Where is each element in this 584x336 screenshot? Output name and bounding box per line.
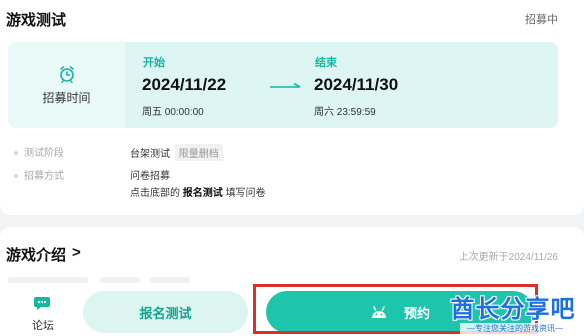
android-icon <box>371 306 386 318</box>
test-stage-tag: 限量删档 <box>174 144 223 161</box>
bullet-dot <box>14 151 18 156</box>
recruit-method-desc: 点击底部的 报名测试 填写问卷 <box>130 184 266 199</box>
forum-label: 论坛 <box>32 320 54 332</box>
end-label: 结束 <box>315 57 337 69</box>
recruit-time-header: 招募时间 <box>8 42 125 128</box>
game-test-card: 游戏测试 招募中 招募时间 开始 2024/11/22 周五 00:00:00 … <box>0 0 584 215</box>
test-stage-value-row: 台架测试 限量删档 <box>130 144 223 161</box>
signup-test-label: 报名测试 <box>139 305 192 321</box>
end-date: 2024/11/30 <box>314 75 399 94</box>
recruit-method-label: 招募方式 <box>24 171 64 182</box>
start-label: 开始 <box>143 57 165 69</box>
method-desc-bold: 报名测试 <box>182 188 223 199</box>
watermark-text: 酋长分享吧 <box>450 296 576 323</box>
method-desc-suffix: 填写问卷 <box>225 188 266 199</box>
reserve-label: 预约 <box>403 305 430 321</box>
start-time: 周五 00:00:00 <box>142 107 204 118</box>
last-updated: 上次更新于2024/11/26 <box>458 252 558 263</box>
end-time: 周六 23:59:59 <box>314 107 376 118</box>
game-test-title: 游戏测试 <box>6 12 67 29</box>
test-stage-label: 测试阶段 <box>24 148 64 159</box>
recruit-status: 招募中 <box>525 14 558 26</box>
game-intro-title[interactable]: 游戏介绍 <box>6 244 66 265</box>
watermark-subtext: —专注您关注的游戏资讯— <box>460 323 570 334</box>
forum-button[interactable]: 论坛 <box>27 293 59 333</box>
alarm-icon <box>59 65 74 83</box>
bullet-dot <box>14 174 18 179</box>
watermark-logo: 酋长分享吧 —专注您关注的游戏资讯— <box>444 289 584 336</box>
test-stage-label-row: 测试阶段 <box>14 144 64 159</box>
recruit-time-label: 招募时间 <box>42 90 91 105</box>
recruit-time-box: 招募时间 开始 2024/11/22 周五 00:00:00 结束 2024/1… <box>8 42 558 128</box>
chevron-right-icon[interactable]: > <box>72 244 81 261</box>
start-date: 2024/11/22 <box>142 75 227 94</box>
arrow-right-icon <box>270 83 301 88</box>
method-desc-prefix: 点击底部的 <box>130 188 180 199</box>
recruit-method-label-row: 招募方式 <box>14 167 64 182</box>
signup-test-button[interactable]: 报名测试 <box>83 291 248 333</box>
recruit-method-value: 问卷招募 <box>130 171 170 182</box>
test-stage-value: 台架测试 <box>130 149 170 160</box>
forum-icon <box>34 297 50 310</box>
